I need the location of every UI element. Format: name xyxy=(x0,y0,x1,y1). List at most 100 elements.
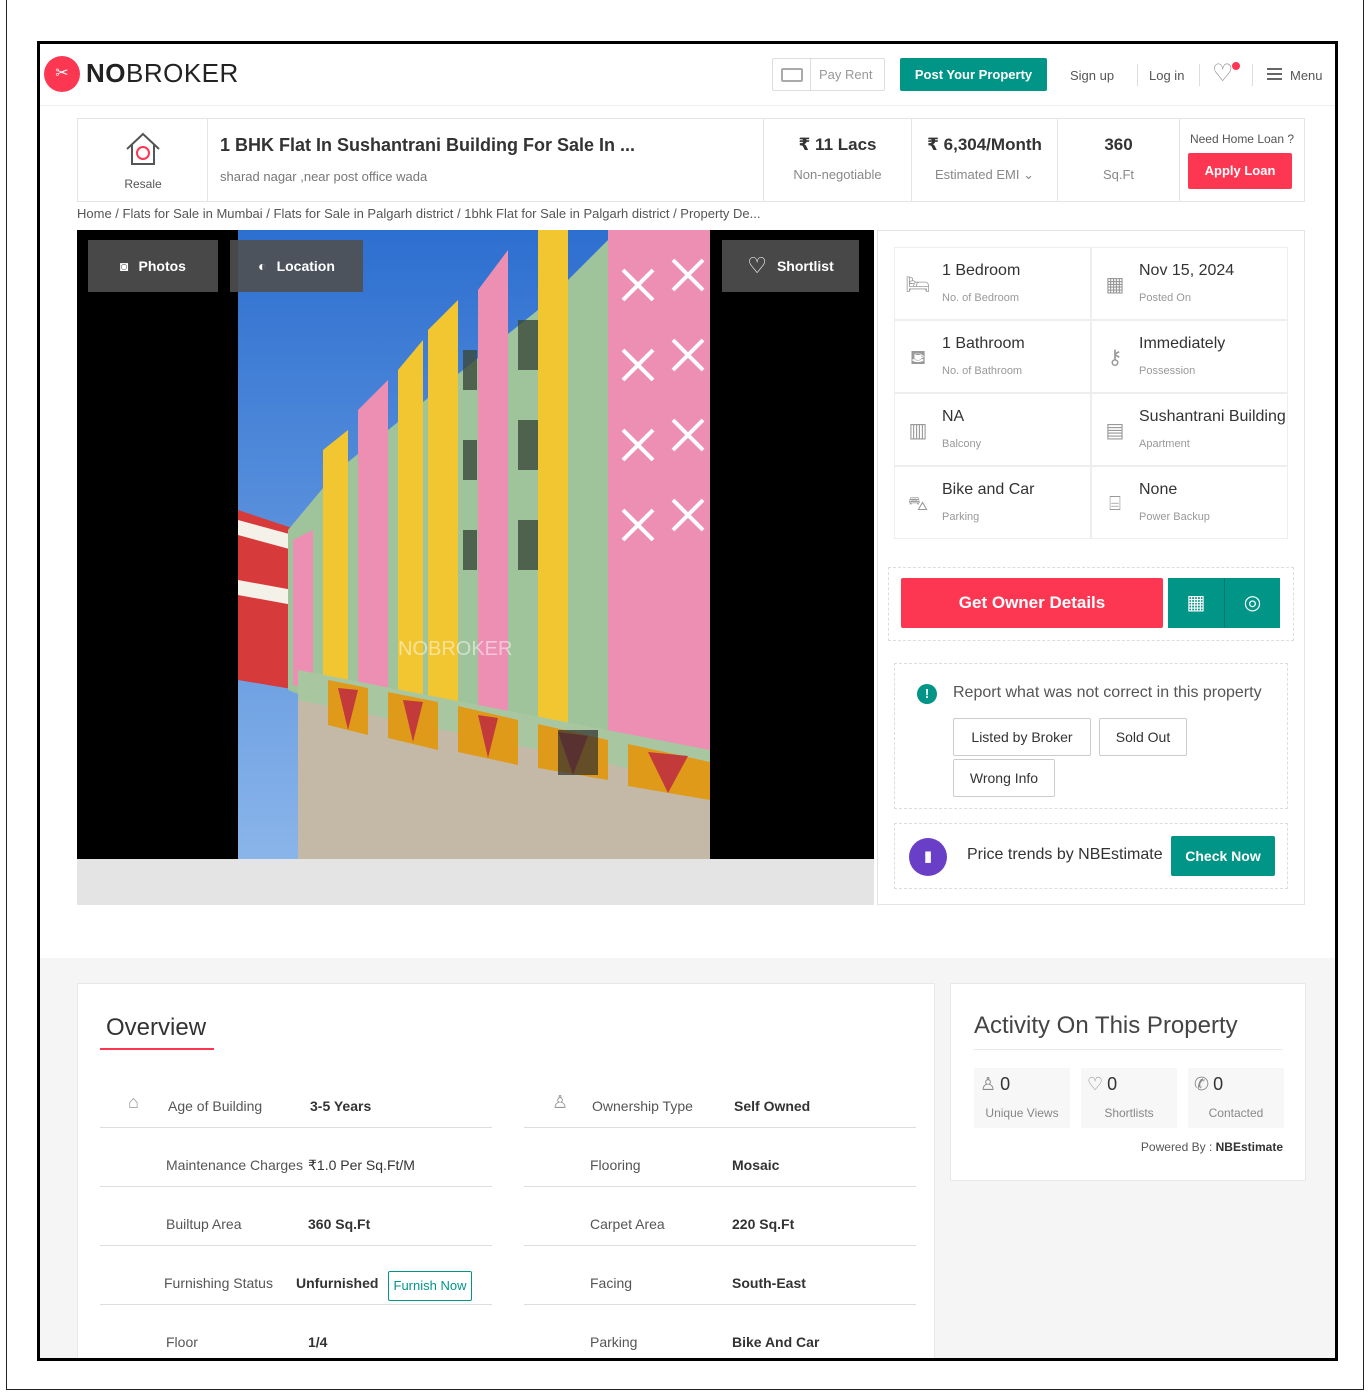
cake-icon: ⌂ xyxy=(128,1092,139,1112)
detail-label: No. of Bathroom xyxy=(942,365,1023,377)
chat-button[interactable]: ◎ xyxy=(1224,578,1280,628)
photos-label: Photos xyxy=(138,258,186,274)
post-property-button[interactable]: Post Your Property xyxy=(900,58,1047,91)
overview-row: Flooring Mosaic xyxy=(524,1129,916,1187)
hamburger-menu-icon[interactable] xyxy=(1267,68,1282,80)
location-button[interactable]: ◐ Location xyxy=(230,240,363,292)
header-divider xyxy=(1252,64,1253,86)
detail-value: 1 Bathroom xyxy=(942,335,1025,352)
property-photo[interactable]: NOBROKER xyxy=(238,230,710,859)
emi-note-wrap[interactable]: Estimated EMI ⌄ xyxy=(912,167,1057,183)
chat-icon: ◎ xyxy=(1243,592,1262,614)
shortlist-label: Shortlist xyxy=(776,258,834,274)
overview-label: Carpet Area xyxy=(590,1216,665,1232)
detail-value: Sushantrani Building xyxy=(1139,408,1286,425)
wrong-info-button[interactable]: Wrong Info xyxy=(953,759,1055,797)
owner-actions: Get Owner Details ▦ ◎ xyxy=(888,567,1294,641)
shortlist-button[interactable]: ♡ Shortlist xyxy=(722,240,859,292)
price-trends-section: ▮ Price trends by NBEstimate Check Now xyxy=(894,823,1288,889)
overview-label: Floor xyxy=(166,1334,198,1350)
powered-by-label: Powered By : xyxy=(1140,1140,1213,1154)
powered-by: Powered By : NBEstimate xyxy=(1141,1140,1283,1154)
sign-up-link[interactable]: Sign up xyxy=(1070,68,1114,83)
photos-button[interactable]: ◙ Photos xyxy=(88,240,218,292)
shortlists-stat: ♡ 0 Shortlists xyxy=(1081,1068,1177,1128)
overview-row: Parking Bike And Car xyxy=(524,1306,916,1358)
property-title: 1 BHK Flat In Sushantrani Building For S… xyxy=(220,135,636,155)
detail-posted-on: ▦ Nov 15, 2024 Posted On xyxy=(1091,247,1288,320)
activity-card: Activity On This Property ♙ 0 Unique View… xyxy=(950,983,1306,1181)
check-now-button[interactable]: Check Now xyxy=(1171,836,1275,876)
overview-label: Parking xyxy=(590,1334,638,1350)
detail-apartment: ▤ Sushantrani Building Apartment xyxy=(1091,393,1288,466)
activity-title: Activity On This Property xyxy=(974,1012,1238,1039)
property-summary-bar: Resale 1 BHK Flat In Sushantrani Buildin… xyxy=(77,118,1305,202)
apply-loan-button[interactable]: Apply Loan xyxy=(1188,153,1292,189)
photo-gallery: NOBROKER ◙ Photos ◐ Location ♡ Shortlist xyxy=(77,230,874,905)
overview-label: Builtup Area xyxy=(166,1216,242,1232)
price-cell: ₹ 11 Lacs Non-negotiable xyxy=(764,119,912,201)
nobroker-logo-icon[interactable]: ✂ xyxy=(44,56,80,92)
chart-icon: ▮ xyxy=(909,838,947,876)
overview-value: 220 Sq.Ft xyxy=(732,1216,795,1232)
location-label: Location xyxy=(276,258,335,274)
detail-value: 1 Bedroom xyxy=(942,262,1021,279)
battery-icon: ⌸ xyxy=(1109,493,1121,515)
overview-row: Builtup Area 360 Sq.Ft xyxy=(100,1188,492,1246)
detail-bathroom: ⛾ 1 Bathroom No. of Bathroom xyxy=(894,320,1091,393)
balcony-icon: ▥ xyxy=(908,420,928,442)
detail-bedroom: 🛏 1 Bedroom No. of Bedroom xyxy=(894,247,1091,320)
menu-label[interactable]: Menu xyxy=(1290,68,1323,83)
user-pin-icon: ♙ xyxy=(552,1092,569,1112)
overview-label: Facing xyxy=(590,1275,633,1291)
pay-rent-label: Pay Rent xyxy=(819,67,873,82)
compass-icon: ◐ xyxy=(258,258,267,274)
property-details-panel: 🛏 1 Bedroom No. of Bedroom ▦ Nov 15, 202… xyxy=(877,230,1305,905)
nobroker-logo-text[interactable]: NOBROKER xyxy=(86,58,239,89)
overview-value: South-East xyxy=(732,1275,806,1291)
log-in-link[interactable]: Log in xyxy=(1149,68,1184,83)
overview-value: ₹1.0 Per Sq.Ft/M xyxy=(308,1157,415,1173)
emi-note: Estimated EMI xyxy=(934,167,1020,182)
detail-label: Apartment xyxy=(1139,438,1190,450)
listed-by-broker-button[interactable]: Listed by Broker xyxy=(953,718,1091,756)
price-note: Non-negotiable xyxy=(793,167,882,182)
pay-rent-button[interactable]: Pay Rent xyxy=(772,58,885,91)
detail-label: No. of Bedroom xyxy=(942,292,1020,304)
contacted-label: Contacted xyxy=(1208,1106,1264,1120)
overview-label: Maintenance Charges xyxy=(166,1157,303,1173)
detail-label: Possession xyxy=(1139,365,1196,377)
overview-row: ⌂ Age of Building 3-5 Years xyxy=(100,1070,492,1128)
breadcrumb[interactable]: Home / Flats for Sale in Mumbai / Flats … xyxy=(77,206,761,221)
area-unit: Sq.Ft xyxy=(1102,167,1135,182)
overview-label: Age of Building xyxy=(168,1098,263,1114)
browser-viewport: ✂ NOBROKER Pay Rent Post Your Property S… xyxy=(37,41,1338,1361)
schedule-visit-button[interactable]: ▦ xyxy=(1168,578,1224,628)
get-owner-details-button[interactable]: Get Owner Details xyxy=(901,578,1163,628)
property-address: sharad nagar ,near post office wada xyxy=(220,169,428,184)
price-trends-label: Price trends by NBEstimate xyxy=(967,846,1163,863)
emi-cell[interactable]: ₹ 6,304/Month Estimated EMI ⌄ xyxy=(912,119,1058,201)
resale-house-icon xyxy=(126,132,160,165)
area-cell: 360 Sq.Ft xyxy=(1058,119,1180,201)
phone-icon: ✆ xyxy=(1194,1074,1210,1094)
header-divider xyxy=(1137,64,1138,86)
heart-icon[interactable]: ♡ xyxy=(1212,62,1234,86)
loan-cell: Need Home Loan ? Apply Loan xyxy=(1180,119,1304,201)
detail-balcony: ▥ NA Balcony xyxy=(894,393,1091,466)
key-icon: ⚷ xyxy=(1107,347,1123,369)
notification-dot xyxy=(1232,62,1240,70)
report-section: ! Report what was not correct in this pr… xyxy=(894,663,1288,809)
overview-title: Overview xyxy=(106,1014,207,1041)
overview-row: Floor 1/4 xyxy=(100,1306,492,1358)
furnish-now-button[interactable]: Furnish Now xyxy=(388,1271,472,1301)
user-icon: ♙ xyxy=(980,1074,997,1094)
heart-icon: ♡ xyxy=(1087,1074,1104,1094)
overview-label: Ownership Type xyxy=(592,1098,693,1114)
detail-parking: ⛍ Bike and Car Parking xyxy=(894,466,1091,539)
contacted-stat: ✆ 0 Contacted xyxy=(1188,1068,1284,1128)
sold-out-button[interactable]: Sold Out xyxy=(1099,718,1187,756)
heart-icon: ♡ xyxy=(747,253,767,278)
nobroker-watermark: NOBROKER xyxy=(398,638,512,660)
bed-icon: 🛏 xyxy=(905,274,931,296)
